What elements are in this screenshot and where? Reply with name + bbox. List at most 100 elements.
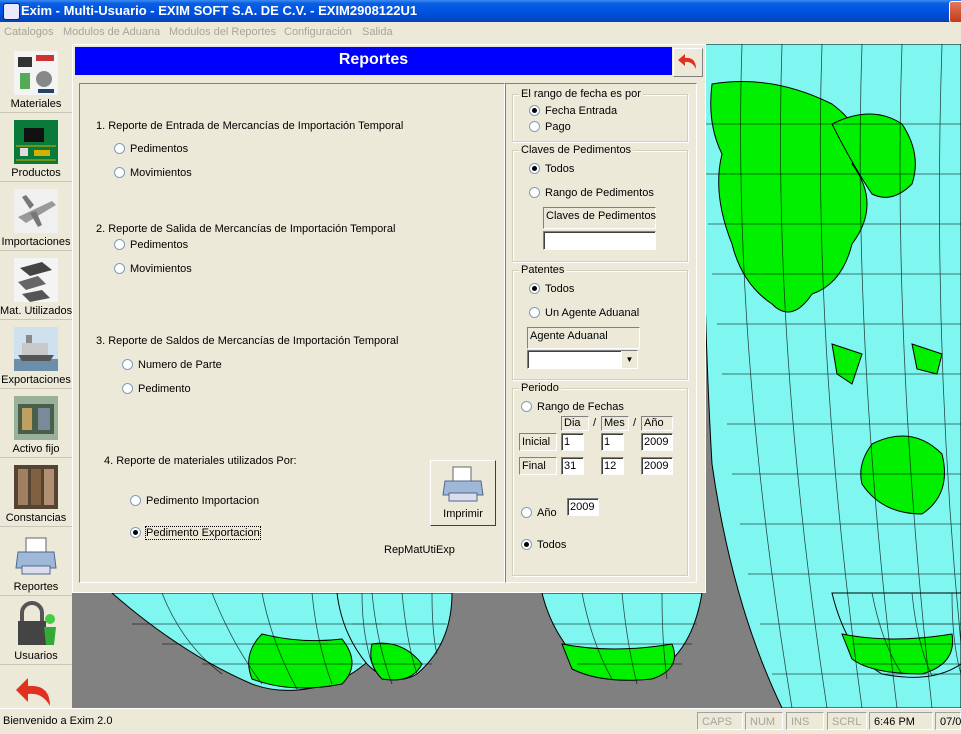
s3-pedimento-label[interactable]: Pedimento: [138, 383, 191, 395]
patentes-agente-radio[interactable]: [529, 307, 540, 318]
s2-movimientos-label[interactable]: Movimientos: [130, 263, 192, 275]
status-bar: Bienvenido a Exim 2.0 CAPS NUM INS SCRL …: [0, 708, 961, 734]
printer-icon: [15, 537, 57, 575]
section-4-title: 4. Reporte de materiales utilizados Por:: [104, 455, 297, 467]
claves-rango-label[interactable]: Rango de Pedimentos: [545, 187, 654, 199]
patentes-agente-label[interactable]: Un Agente Aduanal: [545, 307, 639, 319]
filters-panel: El rango de fecha es por Fecha Entrada P…: [505, 83, 697, 583]
chevron-down-icon[interactable]: ▼: [621, 351, 637, 368]
menu-bar: Catalogos Modulos de Aduana Modulos del …: [0, 22, 961, 44]
claves-rango-radio[interactable]: [529, 187, 540, 198]
toolbar-importaciones-button[interactable]: Importaciones: [0, 182, 72, 251]
fecha-pago-radio[interactable]: [529, 121, 540, 132]
final-mes-input[interactable]: 12: [601, 457, 624, 475]
fecha-pago-label[interactable]: Pago: [545, 121, 571, 133]
caps-indicator: CAPS: [697, 712, 743, 730]
s4-pedimento-importacion-radio[interactable]: [130, 495, 141, 506]
dialog-title: Reportes: [338, 51, 409, 68]
agente-box-label: Agente Aduanal: [527, 327, 640, 349]
s3-pedimento-radio[interactable]: [122, 383, 133, 394]
periodo-anio-input[interactable]: 2009: [567, 498, 599, 516]
periodo-anio-label[interactable]: Año: [537, 507, 557, 519]
toolbar-productos-button[interactable]: Productos: [0, 113, 72, 182]
toolbar-label: Activo fijo: [12, 443, 60, 455]
final-dia-input[interactable]: 31: [561, 457, 584, 475]
mes-header: Mes: [601, 416, 629, 431]
periodo-group: Periodo Rango de Fechas Dia / Mes / Año …: [512, 382, 688, 576]
fecha-group: El rango de fecha es por Fecha Entrada P…: [512, 88, 688, 142]
s2-movimientos-radio[interactable]: [114, 263, 125, 274]
app-icon[interactable]: [3, 3, 20, 20]
printer-icon: [442, 466, 484, 502]
circuit-board-icon: [14, 120, 58, 164]
toolbar-constancias-button[interactable]: Constancias: [0, 458, 72, 527]
padlock-user-icon: [18, 601, 56, 645]
menu-configuracion[interactable]: Configuración: [284, 26, 352, 38]
toolbar-label: Importaciones: [1, 236, 71, 248]
toolbar-activo-fijo-button[interactable]: Activo fijo: [0, 389, 72, 458]
periodo-rango-label[interactable]: Rango de Fechas: [537, 401, 624, 413]
claves-todos-label[interactable]: Todos: [545, 163, 574, 175]
inicial-mes-input[interactable]: 1: [601, 433, 624, 451]
claves-input[interactable]: [543, 231, 656, 250]
s1-movimientos-radio[interactable]: [114, 167, 125, 178]
toolbar-usuarios-button[interactable]: Usuarios: [0, 596, 72, 665]
archive-icon: [14, 465, 58, 509]
periodo-todos-radio[interactable]: [521, 539, 532, 550]
section-2-title: 2. Reporte de Salida de Mercancías de Im…: [96, 223, 396, 235]
fecha-group-title: El rango de fecha es por: [519, 88, 643, 100]
menu-catalogos[interactable]: Catalogos: [4, 26, 54, 38]
toolbar-materiales-button[interactable]: Materiales: [0, 44, 72, 113]
s3-numero-parte-radio[interactable]: [122, 359, 133, 370]
inicial-dia-input[interactable]: 1: [561, 433, 584, 451]
date-indicator: 07/0: [935, 712, 961, 730]
s1-movimientos-label[interactable]: Movimientos: [130, 167, 192, 179]
agente-select[interactable]: ▼: [527, 350, 638, 369]
dia-header: Dia: [561, 416, 589, 431]
scrl-indicator: SCRL: [827, 712, 867, 730]
toolbar-label: Productos: [11, 167, 61, 179]
s4-pedimento-importacion-label[interactable]: Pedimento Importacion: [146, 495, 259, 507]
dialog-back-button[interactable]: [673, 48, 703, 77]
menu-salida[interactable]: Salida: [362, 26, 393, 38]
s4-pedimento-exportacion-label[interactable]: Pedimento Exportacion: [145, 526, 261, 540]
report-types-panel: 1. Reporte de Entrada de Mercancías de I…: [79, 83, 505, 583]
final-label: Final: [519, 457, 557, 475]
s2-pedimentos-label[interactable]: Pedimentos: [130, 239, 188, 251]
s2-pedimentos-radio[interactable]: [114, 239, 125, 250]
toolbar-label: Usuarios: [14, 650, 58, 662]
claves-todos-radio[interactable]: [529, 163, 540, 174]
inicial-anio-input[interactable]: 2009: [641, 433, 673, 451]
imprimir-button[interactable]: Imprimir: [430, 460, 496, 526]
fecha-entrada-label[interactable]: Fecha Entrada: [545, 105, 617, 117]
claves-group-title: Claves de Pedimentos: [519, 144, 634, 156]
date-slash: /: [593, 417, 597, 429]
dialog-header: Reportes: [75, 47, 672, 75]
window-title-bar[interactable]: Exim - Multi-Usuario - EXIM SOFT S.A. DE…: [0, 0, 961, 23]
patentes-todos-radio[interactable]: [529, 283, 540, 294]
periodo-rango-radio[interactable]: [521, 401, 532, 412]
s1-pedimentos-label[interactable]: Pedimentos: [130, 143, 188, 155]
s3-numero-parte-label[interactable]: Numero de Parte: [138, 359, 222, 371]
num-indicator: NUM: [745, 712, 783, 730]
menu-modulos-reportes[interactable]: Modulos del Reportes: [169, 26, 276, 38]
close-window-button[interactable]: [949, 1, 961, 23]
window-title: Exim - Multi-Usuario - EXIM SOFT S.A. DE…: [21, 3, 418, 18]
inicial-label: Inicial: [519, 433, 557, 451]
patentes-todos-label[interactable]: Todos: [545, 283, 574, 295]
section-3-title: 3. Reporte de Saldos de Mercancías de Im…: [96, 335, 399, 347]
periodo-anio-radio[interactable]: [521, 507, 532, 518]
claves-box-label: Claves de Pedimentos: [543, 207, 656, 229]
toolbar-exportaciones-button[interactable]: Exportaciones: [0, 320, 72, 389]
final-anio-input[interactable]: 2009: [641, 457, 673, 475]
fecha-entrada-radio[interactable]: [529, 105, 540, 116]
ins-indicator: INS: [786, 712, 824, 730]
s1-pedimentos-radio[interactable]: [114, 143, 125, 154]
menu-modulos-aduana[interactable]: Modulos de Aduana: [63, 26, 160, 38]
toolbar-mat-utilizados-button[interactable]: Mat. Utilizados: [0, 251, 72, 320]
toolbar-reportes-button[interactable]: Reportes: [0, 527, 72, 596]
parts-icon: [14, 258, 58, 302]
periodo-group-title: Periodo: [519, 382, 561, 394]
periodo-todos-label[interactable]: Todos: [537, 539, 566, 551]
s4-pedimento-exportacion-radio[interactable]: [130, 527, 141, 538]
